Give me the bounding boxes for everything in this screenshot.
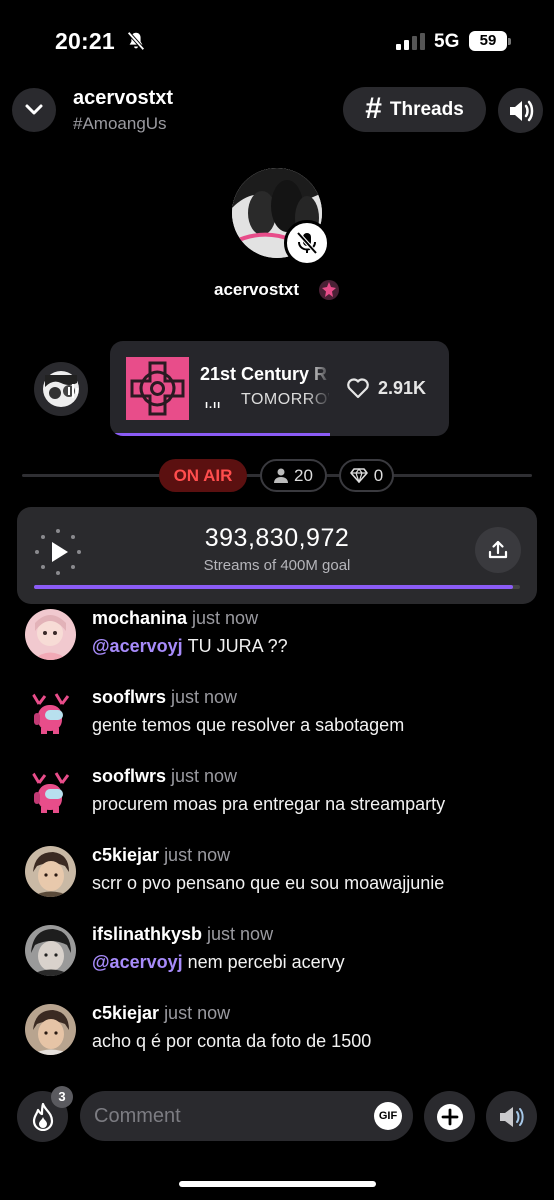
comment-box: GIF — [80, 1091, 413, 1141]
chat-message-user[interactable]: sooflwrs just now — [92, 687, 237, 708]
threads-button[interactable]: # Threads — [343, 87, 486, 132]
sound-button[interactable] — [498, 88, 543, 133]
share-icon — [488, 540, 508, 559]
chat-message: ifslinathkysb just now @acervoyj nem perce… — [0, 920, 554, 999]
gems-pill[interactable]: 0 — [339, 459, 394, 492]
now-playing-card[interactable]: 21st Century R ı.ıı TOMORROW 2.91K — [110, 341, 449, 436]
chat-message-text: procurem moas pra entregar na streampart… — [92, 794, 446, 814]
battery-nub — [508, 38, 511, 45]
speaker-icon — [499, 1106, 524, 1127]
battery-indicator: 59 — [469, 31, 507, 51]
room-tag[interactable]: #AmoangUs — [73, 114, 167, 134]
stream-goal-card: 393,830,972 Streams of 400M goal — [17, 507, 537, 604]
room-title: acervostxt — [73, 87, 174, 109]
chat-message-user[interactable]: ifslinathkysb just now — [92, 924, 273, 945]
mention-link[interactable]: @acervoyj — [92, 636, 183, 656]
fire-icon — [32, 1102, 53, 1131]
chat-message-text: scrr o pvo pensano que eu sou moawajjuni… — [92, 873, 445, 893]
signal-icon — [396, 33, 425, 50]
vinyl-icon — [43, 371, 79, 407]
goal-progress-fill — [34, 585, 513, 589]
goal-progress-track — [34, 585, 520, 589]
bell-slash-icon — [127, 31, 145, 51]
chat-message-user[interactable]: mochanina just now — [92, 608, 258, 629]
user-avatar[interactable] — [25, 688, 76, 739]
status-time: 20:21 — [55, 28, 115, 54]
host-badge-icon — [319, 280, 339, 300]
add-button[interactable] — [424, 1091, 475, 1142]
plus-icon — [436, 1103, 463, 1130]
chat-message-user[interactable]: c5kiejar just now — [92, 1003, 230, 1024]
threads-label: Threads — [389, 98, 464, 120]
gems-count: 0 — [373, 465, 384, 485]
heart-icon[interactable] — [346, 377, 370, 399]
mention-link[interactable]: @acervoyj — [92, 952, 183, 972]
user-icon — [274, 468, 289, 483]
listeners-count: 20 — [294, 465, 313, 485]
chat-message: sooflwrs just now procurem moas pra entre… — [0, 762, 554, 841]
home-indicator[interactable] — [179, 1181, 376, 1187]
chat-list: mochanina just now @acervoyj TU JURA ?? so… — [0, 604, 554, 1078]
on-air-badge: ON AIR — [159, 459, 247, 492]
user-avatar[interactable] — [25, 1004, 76, 1055]
collapse-button[interactable] — [12, 88, 56, 132]
share-button[interactable] — [475, 527, 521, 573]
comment-input[interactable] — [94, 1091, 364, 1141]
chat-message-text: @acervoyj nem percebi acervy — [92, 952, 345, 972]
hash-icon: # — [365, 91, 382, 125]
chat-message-text: @acervoyj TU JURA ?? — [92, 636, 288, 656]
user-avatar[interactable] — [25, 767, 76, 818]
text-fade — [306, 359, 332, 419]
equalizer-icon: ı.ıı — [205, 399, 222, 411]
status-bar: 20:21 5G 59 — [0, 0, 554, 84]
host-name: acervostxt — [214, 280, 300, 299]
chat-message-user[interactable]: sooflwrs just now — [92, 766, 237, 787]
stream-goal-label: Streams of 400M goal — [203, 557, 351, 574]
speaker-icon — [509, 100, 533, 121]
user-avatar[interactable] — [25, 925, 76, 976]
fire-count-badge: 3 — [51, 1086, 73, 1108]
mic-off-icon — [296, 231, 318, 255]
album-cover — [126, 357, 189, 420]
user-avatar[interactable] — [25, 609, 76, 660]
stream-count: 393,830,972 — [204, 524, 350, 552]
chevron-down-icon — [25, 104, 43, 115]
user-avatar[interactable] — [25, 846, 76, 897]
track-progress — [110, 433, 331, 436]
chat-message: c5kiejar just now scrr o pvo pensano que … — [0, 841, 554, 920]
chat-message-user[interactable]: c5kiejar just now — [92, 845, 230, 866]
gif-button[interactable]: GIF — [374, 1102, 402, 1130]
chat-message: c5kiejar just now acho q é por conta da f… — [0, 999, 554, 1078]
chat-message-text: acho q é por conta da foto de 1500 — [92, 1031, 372, 1051]
listeners-pill[interactable]: 20 — [260, 459, 327, 492]
chat-message: mochanina just now @acervoyj TU JURA ?? — [0, 604, 554, 683]
chat-message-text: gente temos que resolver a sabotagem — [92, 715, 405, 735]
host-muted-badge — [284, 220, 330, 266]
network-label: 5G — [434, 31, 460, 52]
chat-message: sooflwrs just now gente temos que resolve… — [0, 683, 554, 762]
diamond-icon — [349, 468, 368, 483]
speaker-button[interactable] — [486, 1091, 537, 1142]
vinyl-button[interactable] — [34, 362, 88, 416]
likes-count: 2.91K — [378, 378, 427, 398]
